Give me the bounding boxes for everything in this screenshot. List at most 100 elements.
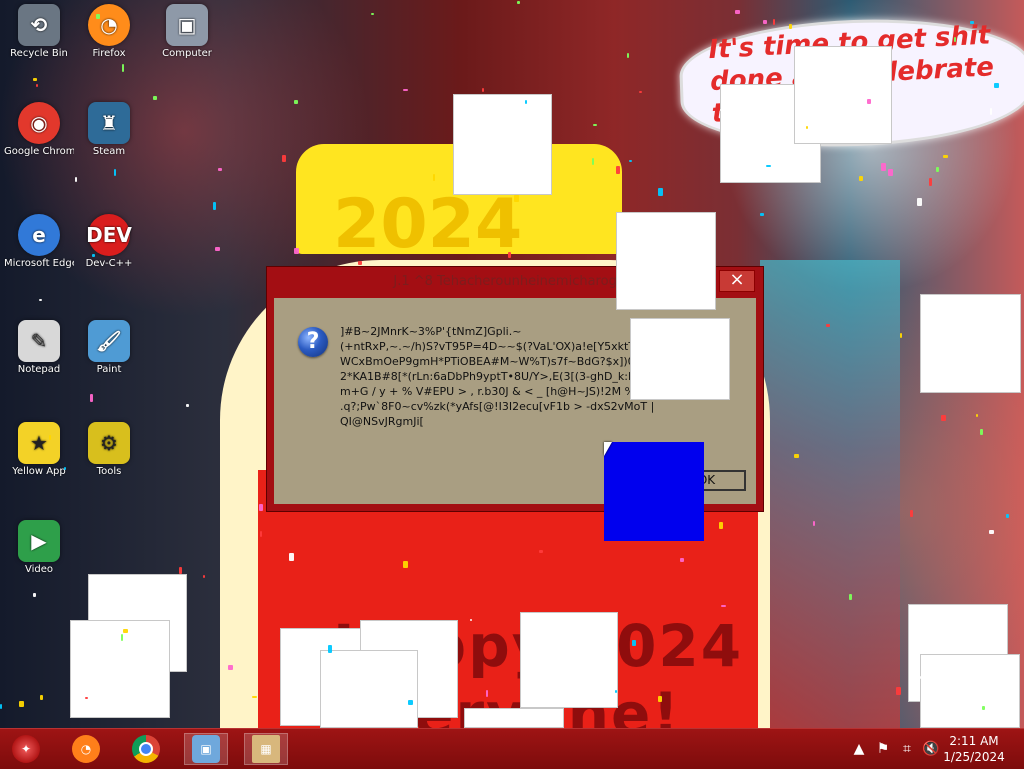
desktop-icon-notepad[interactable]: ✎ Notepad [4, 320, 74, 376]
confetti-speck [773, 19, 775, 25]
blue-square [604, 442, 704, 541]
confetti-speck [358, 261, 362, 265]
confetti-speck [403, 561, 408, 568]
white-square [920, 294, 1021, 393]
confetti-speck [90, 394, 93, 402]
white-square [616, 212, 716, 310]
confetti-speck [629, 160, 632, 162]
confetti-speck [881, 163, 886, 171]
firefox-icon: ◔ [72, 735, 100, 763]
confetti-speck [36, 84, 38, 87]
chrome-icon: ◉ [18, 102, 60, 144]
clock[interactable]: 2:11 AM 1/25/2024 [942, 733, 1006, 765]
confetti-speck [859, 176, 863, 181]
confetti-speck [92, 254, 95, 257]
dialog-close-button[interactable]: × [719, 270, 755, 292]
clock-date: 1/25/2024 [942, 749, 1006, 765]
start-button[interactable]: ✦ [4, 733, 48, 765]
confetti-speck [943, 155, 948, 158]
confetti-speck [951, 349, 956, 353]
confetti-speck [658, 188, 663, 196]
confetti-speck [153, 96, 157, 100]
confetti-speck [766, 165, 771, 167]
confetti-speck [929, 178, 932, 186]
confetti-speck [186, 404, 189, 407]
confetti-speck [806, 126, 808, 129]
confetti-speck [990, 108, 992, 115]
volume-muted-icon[interactable]: 🔇 [922, 729, 940, 769]
confetti-speck [517, 1, 520, 4]
confetti-speck [867, 99, 871, 104]
white-square [794, 46, 892, 144]
confetti-speck [259, 504, 263, 511]
taskbar-firefox[interactable]: ◔ [64, 733, 108, 765]
desktop-icon-tools[interactable]: ⚙ Tools [74, 422, 144, 478]
white-square [630, 318, 730, 400]
confetti-speck [218, 168, 222, 171]
confetti-speck [213, 202, 216, 210]
desktop-icon-recycle-bin[interactable]: ⟲ Recycle Bin [4, 4, 74, 60]
confetti-speck [394, 673, 396, 678]
confetti-speck [486, 690, 488, 697]
confetti-speck [989, 530, 994, 534]
confetti-speck [433, 174, 435, 181]
confetti-speck [813, 521, 815, 526]
confetti-speck [627, 53, 629, 58]
confetti-speck [75, 177, 77, 182]
notepad-icon: ✎ [18, 320, 60, 362]
confetti-speck [371, 13, 374, 15]
confetti-speck [33, 593, 36, 597]
confetti-speck [970, 21, 974, 24]
confetti-speck [399, 672, 401, 677]
confetti-speck [114, 169, 116, 176]
confetti-speck [40, 695, 43, 700]
desktop-icon-chrome[interactable]: ◉ Google Chrome [4, 102, 74, 158]
confetti-speck [896, 687, 901, 695]
taskbar-remote-desktop[interactable]: ▣ [184, 733, 228, 765]
confetti-speck [735, 10, 740, 14]
devcpp-icon: DEV [88, 214, 130, 256]
confetti-speck [994, 83, 999, 88]
confetti-speck [826, 324, 830, 327]
confetti-speck [789, 24, 792, 29]
confetti-speck [600, 638, 602, 643]
flag-icon[interactable]: ⚑ [874, 729, 892, 769]
confetti-speck [203, 575, 205, 578]
confetti-speck [615, 690, 617, 693]
show-hidden-icons-chevron-icon[interactable]: ▲ [850, 729, 868, 769]
recycle-bin-icon: ⟲ [18, 4, 60, 46]
taskbar-chrome[interactable] [124, 733, 168, 765]
taskbar-image-app[interactable]: ▦ [244, 733, 288, 765]
confetti-speck [539, 550, 543, 553]
white-square [70, 620, 170, 718]
confetti-speck [33, 78, 37, 81]
confetti-speck [794, 454, 799, 458]
white-square [464, 708, 564, 728]
confetti-speck [514, 195, 519, 202]
desktop-icon-computer[interactable]: ▣ Computer [152, 4, 222, 60]
confetti-speck [122, 64, 124, 72]
confetti-speck [888, 169, 893, 176]
confetti-speck [639, 91, 642, 93]
desktop-icon-paint[interactable]: 🖌 Paint [74, 320, 144, 376]
video-icon: ▶ [18, 520, 60, 562]
desktop-icon-devcpp[interactable]: DEV Dev-C++ [74, 214, 144, 270]
confetti-speck [910, 510, 913, 517]
white-square [320, 650, 418, 728]
confetti-speck [658, 696, 662, 702]
network-icon[interactable]: ⌗ [898, 729, 916, 769]
confetti-speck [616, 166, 620, 174]
white-square [453, 94, 552, 195]
confetti-speck [294, 100, 298, 104]
confetti-speck [593, 124, 597, 126]
desktop-icon-edge[interactable]: e Microsoft Edge [4, 214, 74, 270]
desktop-icon-video[interactable]: ▶ Video [4, 520, 74, 576]
confetti-speck [215, 247, 220, 251]
confetti-speck [121, 634, 123, 641]
confetti-speck [294, 248, 299, 254]
edge-icon: e [18, 214, 60, 256]
desktop-icon-steam[interactable]: ♜ Steam [74, 102, 144, 158]
confetti-speck [1006, 514, 1009, 518]
image-app-icon: ▦ [252, 735, 280, 763]
desktop-icon-firefox[interactable]: ◔ Firefox [74, 4, 144, 60]
